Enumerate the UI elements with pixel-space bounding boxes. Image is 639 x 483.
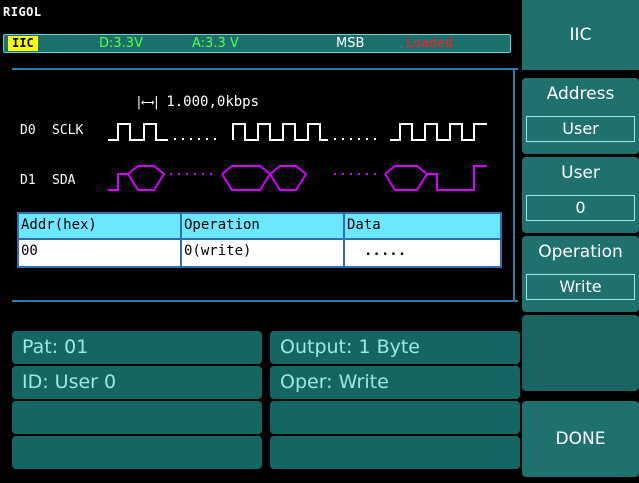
sda-gap-dots xyxy=(170,173,376,175)
operation-softkey[interactable]: Operation Write xyxy=(522,236,639,312)
table-col-divider xyxy=(180,214,182,266)
empty-field xyxy=(12,401,262,434)
main-display: RIGOL IIC D:3.3V A:3.3 V MSB Loaded |←→|… xyxy=(0,0,518,318)
header-operation: Operation xyxy=(184,217,260,233)
cell-operation: 0(write) xyxy=(184,243,252,259)
empty-field xyxy=(270,436,520,469)
i2c-frame-table: Addr(hex) Operation Data 00 0(write) ...… xyxy=(17,212,502,268)
oper-field: Oper: Write xyxy=(270,366,520,399)
output-field: Output: 1 Byte xyxy=(270,331,520,364)
table-col-divider xyxy=(343,214,345,266)
empty-field xyxy=(270,401,520,434)
id-field: ID: User 0 xyxy=(12,366,262,399)
waveform-area xyxy=(108,123,487,191)
user-value: 0 xyxy=(526,195,635,221)
done-softkey[interactable]: DONE xyxy=(522,401,639,477)
address-value: User xyxy=(526,116,635,142)
table-divider xyxy=(19,238,500,240)
done-label: DONE xyxy=(555,429,606,449)
operation-value: Write xyxy=(526,274,635,300)
cell-addr: 00 xyxy=(21,243,38,259)
pattern-field: Pat: 01 xyxy=(12,331,262,364)
address-label: Address xyxy=(546,84,615,104)
header-addr: Addr(hex) xyxy=(21,217,97,233)
operation-label: Operation xyxy=(538,242,623,262)
address-softkey[interactable]: Address User xyxy=(522,78,639,154)
menu-title: IIC xyxy=(522,0,639,70)
empty-softkey[interactable] xyxy=(522,315,639,391)
sda-waveform xyxy=(108,165,487,191)
user-label: User xyxy=(561,163,600,183)
empty-field xyxy=(12,436,262,469)
cell-data: ..... xyxy=(364,243,407,259)
softkey-menu: IIC Address User User 0 Operation Write … xyxy=(522,0,639,483)
sclk-waveform xyxy=(108,123,487,141)
user-softkey[interactable]: User 0 xyxy=(522,157,639,233)
header-data: Data xyxy=(347,217,381,233)
